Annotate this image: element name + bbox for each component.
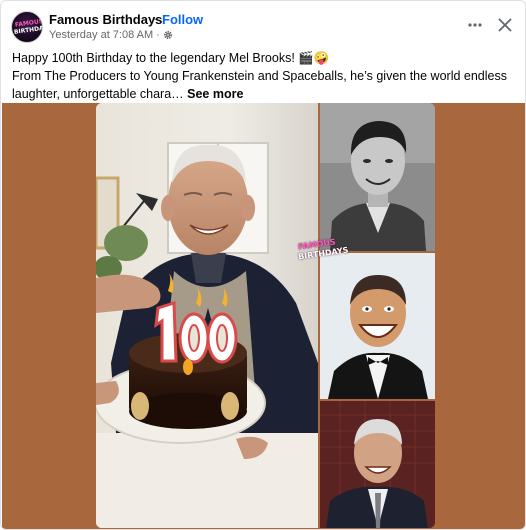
post-card: FAMOUS BIRTHDAYS Famous Birthdays · Foll… [0,0,526,530]
avatar-logo-line2: BIRTHDAYS [13,23,43,36]
post-text-line-3-text: laughter, unforgettable chara… [12,87,188,101]
young-portrait-photo [320,103,435,251]
page-name-link[interactable]: Famous Birthdays [49,12,162,27]
more-horizontal-icon [468,23,482,27]
close-button[interactable] [493,13,517,37]
gear-icon[interactable] [163,30,173,40]
tuxedo-portrait-photo [320,253,435,399]
photo-tuxedo-portrait[interactable] [320,253,435,399]
suit-portrait-photo [320,401,435,528]
birthday-cake-photo [96,103,318,528]
close-icon [498,18,512,32]
post-timestamp[interactable]: Yesterday at 7:08 AM [49,29,153,41]
photo-grid: FAMOUS BIRTHDAYS [2,103,525,529]
name-follow-separator: · [153,11,158,26]
post-header: FAMOUS BIRTHDAYS Famous Birthdays · Foll… [1,1,525,45]
follow-button[interactable]: Follow [162,12,203,27]
post-message: Happy 100th Birthday to the legendary Me… [12,49,517,103]
post-text-line-1: Happy 100th Birthday to the legendary Me… [12,51,330,65]
more-options-button[interactable] [463,13,487,37]
photo-young-portrait[interactable] [320,103,435,251]
post-text-line-2: From The Producers to Young Frankenstein… [12,69,507,83]
post-text-line-3: laughter, unforgettable chara… See more [12,85,517,103]
post-meta: Yesterday at 7:08 AM · [49,29,173,41]
see-more-link[interactable]: See more [187,87,243,101]
photo-suit-portrait[interactable] [320,401,435,528]
page-avatar[interactable]: FAMOUS BIRTHDAYS [11,11,43,43]
photo-main-birthday-cake[interactable] [96,103,318,528]
meta-separator: · [156,29,160,41]
